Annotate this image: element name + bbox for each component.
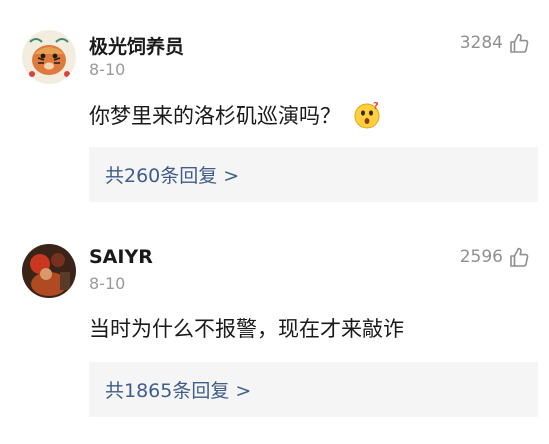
surprised-face-emoji-icon: ? xyxy=(354,101,380,129)
username[interactable]: 极光饲养员 xyxy=(89,32,184,59)
avatar[interactable] xyxy=(22,30,76,84)
comment-text-content: 当时为什么不报警，现在才来敲诈 xyxy=(89,317,404,341)
svg-text:?: ? xyxy=(373,101,379,112)
avatar[interactable] xyxy=(22,244,76,298)
like-count: 2596 xyxy=(459,247,503,267)
comment-date: 8-10 xyxy=(89,60,126,79)
comment-date: 8-10 xyxy=(89,274,126,293)
comment-text-content: 你梦里来的洛杉矶巡演吗？ xyxy=(89,104,341,128)
username[interactable]: SAIYR xyxy=(89,246,153,268)
like-button[interactable]: 2596 xyxy=(460,245,529,269)
replies-box[interactable]: 共1865条回复 > xyxy=(89,362,538,417)
like-button[interactable]: 3284 xyxy=(460,31,529,55)
comment-text: 当时为什么不报警，现在才来敲诈 xyxy=(89,313,404,343)
view-replies-link[interactable]: 共260条回复 > xyxy=(105,161,239,188)
thumbs-up-icon xyxy=(510,247,529,267)
photo-avatar-icon xyxy=(22,244,76,298)
comment-text: 你梦里来的洛杉矶巡演吗？ ? xyxy=(89,100,381,130)
tiger-avatar-icon xyxy=(22,30,76,84)
like-count: 3284 xyxy=(459,33,503,53)
thumbs-up-icon xyxy=(510,33,529,53)
view-replies-link[interactable]: 共1865条回复 > xyxy=(105,376,251,403)
replies-box[interactable]: 共260条回复 > xyxy=(89,147,538,202)
